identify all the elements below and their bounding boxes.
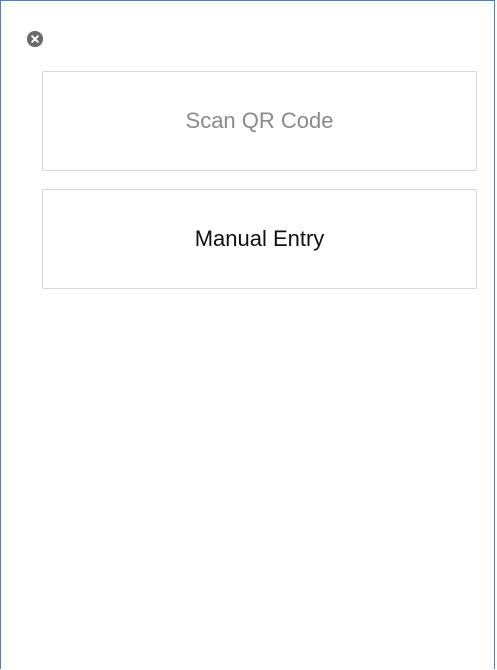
scan-qr-code-button[interactable]: Scan QR Code <box>42 71 477 171</box>
manual-entry-button[interactable]: Manual Entry <box>42 189 477 289</box>
close-icon[interactable] <box>27 31 43 47</box>
entry-method-dialog: Scan QR Code Manual Entry <box>0 0 495 669</box>
close-glyph <box>27 31 43 47</box>
scan-qr-code-label: Scan QR Code <box>185 108 334 133</box>
manual-entry-label: Manual Entry <box>194 226 325 251</box>
